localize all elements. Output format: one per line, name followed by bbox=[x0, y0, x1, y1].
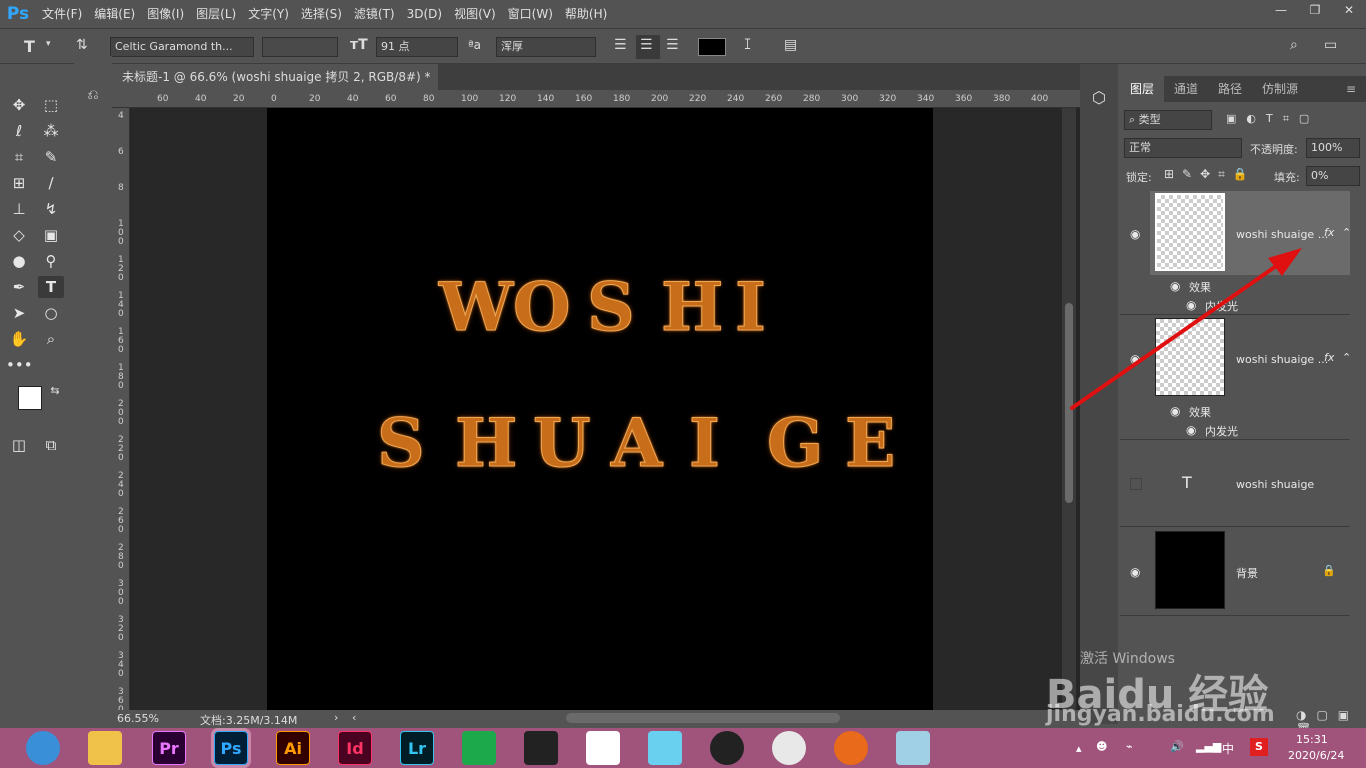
chrome-icon[interactable] bbox=[772, 731, 806, 765]
lightroom-icon[interactable]: Lr bbox=[400, 731, 434, 765]
clock-date[interactable]: 2020/6/24 bbox=[1288, 749, 1344, 762]
premiere-icon[interactable]: Pr bbox=[152, 731, 186, 765]
green-app-icon[interactable] bbox=[462, 731, 496, 765]
ime-indicator[interactable]: 中 bbox=[1222, 740, 1234, 757]
tray-qq-icon[interactable]: ☻ bbox=[1096, 740, 1107, 753]
media-app-icon[interactable] bbox=[586, 731, 620, 765]
browser-icon[interactable] bbox=[26, 731, 60, 765]
illustrator-icon[interactable]: Ai bbox=[276, 731, 310, 765]
taskbar: Pr Ps Ai Id Lr ▴ ☻ ⌁ 🔊 ▂▄▆ 中 S 15:31 202… bbox=[0, 728, 1366, 768]
notes-app-icon[interactable] bbox=[896, 731, 930, 765]
video-app-icon[interactable] bbox=[524, 731, 558, 765]
chat-app-icon[interactable] bbox=[648, 731, 682, 765]
baidu-url: jingyan.baidu.com bbox=[1046, 702, 1275, 727]
browser2-icon[interactable] bbox=[834, 731, 868, 765]
tray-signal-icon[interactable]: ▂▄▆ bbox=[1196, 740, 1221, 753]
tray-volume-icon[interactable]: 🔊 bbox=[1170, 740, 1184, 753]
tray-sogou-icon[interactable]: S bbox=[1250, 738, 1268, 756]
indesign-icon[interactable]: Id bbox=[338, 731, 372, 765]
photoshop-taskbar-icon[interactable]: Ps bbox=[211, 728, 251, 768]
tray-up-icon[interactable]: ▴ bbox=[1076, 742, 1082, 755]
file-explorer-icon[interactable] bbox=[88, 731, 122, 765]
baidu-watermark: 激活 Windows Baidu 经验 jingyan.baidu.com bbox=[1022, 622, 1358, 728]
clock-time[interactable]: 15:31 bbox=[1296, 733, 1328, 746]
tray-network-icon[interactable]: ⌁ bbox=[1126, 740, 1133, 753]
qq-icon[interactable] bbox=[710, 731, 744, 765]
